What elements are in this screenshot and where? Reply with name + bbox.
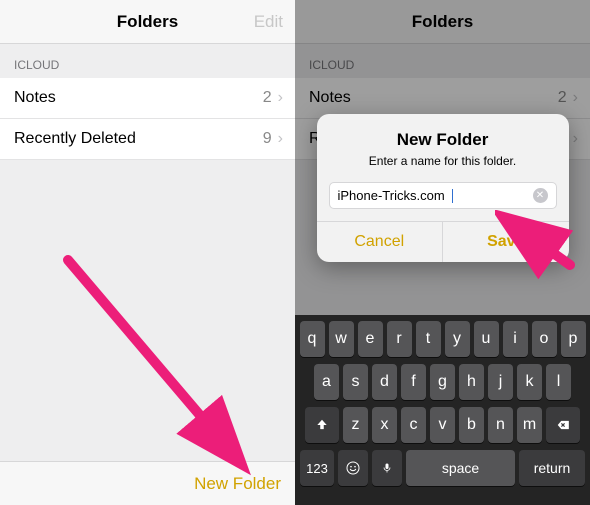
backspace-icon [554,418,572,432]
shift-icon [315,418,329,432]
new-folder-dialog: New Folder Enter a name for this folder.… [317,114,569,262]
clear-text-icon[interactable]: ✕ [533,188,548,203]
dialog-title: New Folder [331,130,555,150]
chevron-right-icon: › [573,131,578,147]
key-m[interactable]: m [517,407,542,443]
folder-name-field-wrap[interactable]: iPhone-Tricks.com ✕ [329,182,557,209]
mic-icon [381,460,393,476]
chevron-right-icon: › [573,90,578,106]
key-l[interactable]: l [546,364,571,400]
key-f[interactable]: f [401,364,426,400]
save-button[interactable]: Save [442,222,569,262]
key-u[interactable]: u [474,321,499,357]
text-caret [452,189,453,203]
key-r[interactable]: r [387,321,412,357]
folder-row-recently-deleted[interactable]: Recently Deleted 9 › [0,119,295,160]
folder-count: 2 [263,89,272,107]
empty-area [0,160,295,461]
space-key[interactable]: space [406,450,515,486]
screen-left: Folders Edit ICLOUD Notes 2 › Recently D… [0,0,295,505]
page-title: Folders [412,12,473,32]
folder-name-value: iPhone-Tricks.com [338,188,445,203]
key-j[interactable]: j [488,364,513,400]
key-z[interactable]: z [343,407,368,443]
key-k[interactable]: k [517,364,542,400]
key-h[interactable]: h [459,364,484,400]
new-folder-button[interactable]: New Folder [194,474,281,494]
keyboard: qwertyuiop asdfghjkl zxcvbnm 123 space r… [295,315,590,505]
shift-key[interactable] [305,407,339,443]
folder-row-notes[interactable]: Notes 2 › [295,78,590,119]
key-i[interactable]: i [503,321,528,357]
key-n[interactable]: n [488,407,513,443]
nav-bar: Folders [295,0,590,44]
key-a[interactable]: a [314,364,339,400]
edit-button[interactable]: Edit [254,12,283,32]
numbers-key[interactable]: 123 [300,450,334,486]
key-w[interactable]: w [329,321,354,357]
folder-row-notes[interactable]: Notes 2 › [0,78,295,119]
key-b[interactable]: b [459,407,484,443]
chevron-right-icon: › [278,90,283,106]
folder-label: Notes [14,89,56,107]
dialog-message: Enter a name for this folder. [331,154,555,168]
folder-label: Recently Deleted [14,130,136,148]
key-g[interactable]: g [430,364,455,400]
folder-label: Notes [309,89,351,107]
section-header-icloud: ICLOUD [0,44,295,78]
key-v[interactable]: v [430,407,455,443]
folder-count: 9 [263,130,272,148]
screen-right: Folders ICLOUD Notes 2 › Recently Delete… [295,0,590,505]
chevron-right-icon: › [278,131,283,147]
emoji-icon [345,460,361,476]
key-x[interactable]: x [372,407,397,443]
dictation-key[interactable] [372,450,402,486]
backspace-key[interactable] [546,407,580,443]
section-header-icloud: ICLOUD [295,44,590,78]
return-key[interactable]: return [519,450,585,486]
key-p[interactable]: p [561,321,586,357]
key-q[interactable]: q [300,321,325,357]
toolbar: New Folder [0,461,295,505]
key-c[interactable]: c [401,407,426,443]
key-o[interactable]: o [532,321,557,357]
key-e[interactable]: e [358,321,383,357]
nav-bar: Folders Edit [0,0,295,44]
key-d[interactable]: d [372,364,397,400]
page-title: Folders [117,12,178,32]
cancel-button[interactable]: Cancel [317,222,443,262]
emoji-key[interactable] [338,450,368,486]
key-s[interactable]: s [343,364,368,400]
key-y[interactable]: y [445,321,470,357]
key-t[interactable]: t [416,321,441,357]
folder-count: 2 [558,89,567,107]
